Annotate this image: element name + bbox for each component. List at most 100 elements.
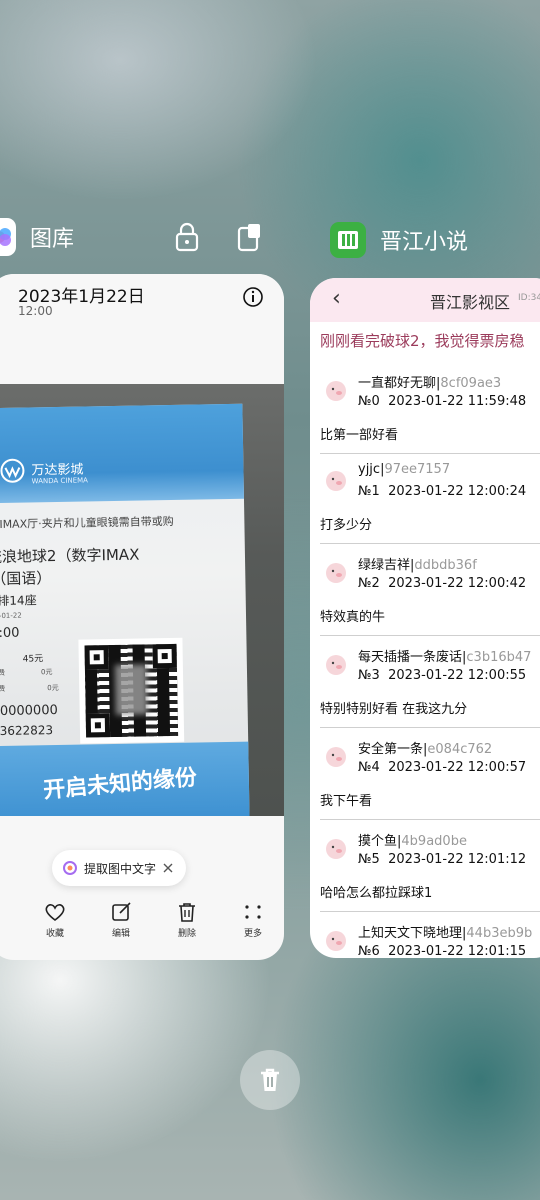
gallery-header: ‹ 2023年1月22日 12:00 xyxy=(0,274,284,384)
pig-avatar-icon xyxy=(326,839,346,859)
ticket-footer-band: 开启未知的缘份 xyxy=(0,741,250,816)
pig-avatar-icon xyxy=(326,471,346,491)
favorite-label: 收藏 xyxy=(45,929,64,939)
post-author: 一直都好无聊 xyxy=(358,376,437,391)
ticket-fee-label: 务费 xyxy=(0,668,6,678)
post-author: yjjc xyxy=(358,462,381,477)
ticket-date-small: 23-01-22 xyxy=(0,611,22,621)
jinjiang-app-card[interactable]: ‹ 晋江影视区 ID:34 刚刚看完破球2，我觉得票房稳 一直都好无聊|8cf0… xyxy=(310,278,540,958)
post-body: 打多少分 xyxy=(320,518,373,533)
more-button[interactable]: 更多 xyxy=(242,902,264,939)
post-time: 2023-01-22 12:00:57 xyxy=(388,760,527,775)
post-author: 绿绿吉祥 xyxy=(358,558,411,573)
post-hash: 8cf09ae3 xyxy=(440,376,502,391)
post-body: 哈哈怎么都拉踩球1 xyxy=(320,886,433,901)
gallery-app-icon xyxy=(0,218,16,256)
more-dots-icon xyxy=(245,905,261,919)
post-author: 上知天文下晓地理 xyxy=(358,926,463,941)
close-icon[interactable] xyxy=(162,862,174,874)
split-screen-icon xyxy=(237,224,260,252)
post-hash: 44b3eb9b xyxy=(466,926,533,941)
forum-id: ID:34 xyxy=(518,293,540,303)
ticket-brand-cn: 万达影城 xyxy=(31,462,84,479)
gallery-toolbar: 收藏 编辑 删除 更多 xyxy=(0,896,284,960)
delete-button[interactable]: 删除 xyxy=(176,902,198,939)
ticket-slogan: 开启未知的缘份 xyxy=(42,765,198,804)
post-number: №5 xyxy=(358,852,380,867)
wanda-logo-icon xyxy=(0,458,25,483)
gallery-app-header[interactable]: 图库 xyxy=(0,218,74,256)
post-author: 摸个鱼 xyxy=(358,834,398,849)
post-item[interactable]: 上知天文下晓地理|44b3eb9b №6 2023-01-22 12:01:15 xyxy=(310,912,540,958)
post-body: 特别特别好看 在我这九分 xyxy=(320,702,468,717)
post-item[interactable]: 绿绿吉祥|ddbdb36f №2 2023-01-22 12:00:42 特效真… xyxy=(310,544,540,636)
post-time: 2023-01-22 12:01:15 xyxy=(388,944,527,958)
ticket-price: 45元 xyxy=(22,654,44,665)
post-number: №6 xyxy=(358,944,380,958)
post-author: 安全第一条 xyxy=(358,742,424,757)
post-item[interactable]: 每天插播一条废话|c3b16b47 №3 2023-01-22 12:00:55… xyxy=(310,636,540,728)
jinjiang-nav-bar: ‹ 晋江影视区 ID:34 xyxy=(310,278,540,322)
ticket-seat: 0排14座 xyxy=(0,593,37,609)
forum-title: 晋江影视区 xyxy=(430,293,511,312)
post-time: 2023-01-22 12:00:24 xyxy=(388,484,527,499)
photo-time: 12:00 xyxy=(18,304,53,318)
gallery-app-card[interactable]: ‹ 2023年1月22日 12:00 万达影城 WANDA CINEMA 号IM… xyxy=(0,274,284,960)
lock-app-button[interactable] xyxy=(172,222,202,252)
ticket-number-2: 03622823 xyxy=(0,723,54,739)
post-number: №4 xyxy=(358,760,380,775)
post-hash: 97ee7157 xyxy=(384,462,451,477)
ticket-pay: 0元 xyxy=(47,683,59,693)
post-time: 2023-01-22 12:01:12 xyxy=(388,852,527,867)
post-time: 2023-01-22 12:00:55 xyxy=(388,668,527,683)
trash-icon xyxy=(179,903,195,922)
post-time: 2023-01-22 11:59:48 xyxy=(388,394,527,409)
ticket-photo[interactable]: 万达影城 WANDA CINEMA 号IMAX厅·夹片和儿童眼镜需自带或购 流浪… xyxy=(0,384,284,816)
clear-all-button[interactable] xyxy=(240,1050,300,1110)
ticket-notice: 号IMAX厅·夹片和儿童眼镜需自带或购 xyxy=(0,514,174,532)
info-icon[interactable] xyxy=(242,286,264,308)
post-item[interactable]: 安全第一条|e084c762 №4 2023-01-22 12:00:57 我下… xyxy=(310,728,540,820)
post-hash: ddbdb36f xyxy=(414,558,477,573)
post-time: 2023-01-22 12:00:42 xyxy=(388,576,527,591)
pig-avatar-icon xyxy=(326,931,346,951)
ticket-header-band: 万达影城 WANDA CINEMA xyxy=(0,403,244,504)
heart-icon xyxy=(45,904,65,922)
extract-text-chip[interactable]: 提取图中文字 xyxy=(52,850,187,886)
jinjiang-app-title: 晋江小说 xyxy=(380,230,469,255)
trash-icon xyxy=(261,1068,279,1091)
post-body: 我下午看 xyxy=(320,794,373,809)
ai-lens-icon xyxy=(63,861,77,875)
gallery-app-title: 图库 xyxy=(30,227,75,252)
edit-label: 编辑 xyxy=(111,929,130,939)
post-author: 每天插播一条废话 xyxy=(358,650,463,665)
post-hash: 4b9ad0be xyxy=(401,834,467,849)
ticket-number-1: 10000000 xyxy=(0,702,58,720)
topic-title: 刚刚看完破球2，我觉得票房稳 xyxy=(320,332,525,350)
ticket-movie: 流浪地球2（数字IMAX xyxy=(0,545,140,567)
post-body: 比第一部好看 xyxy=(320,428,399,443)
post-item[interactable]: yjjc|97ee7157 №1 2023-01-22 12:00:24 打多少… xyxy=(310,452,540,544)
post-hash: e084c762 xyxy=(427,742,493,757)
post-number: №0 xyxy=(358,394,380,409)
ticket-brand-en: WANDA CINEMA xyxy=(31,476,88,486)
ticket-pay-label: 付费 xyxy=(0,684,6,694)
favorite-button[interactable]: 收藏 xyxy=(44,902,66,939)
pig-avatar-icon xyxy=(326,747,346,767)
post-number: №3 xyxy=(358,668,380,683)
delete-label: 删除 xyxy=(177,929,196,939)
back-chevron-icon[interactable]: ‹ xyxy=(332,286,341,311)
post-item[interactable]: 一直都好无聊|8cf09ae3 №0 2023-01-22 11:59:48 比… xyxy=(310,362,540,454)
post-body: 特效真的牛 xyxy=(320,610,386,625)
ticket-language: （国语） xyxy=(0,569,52,589)
jinjiang-app-icon xyxy=(330,222,366,258)
post-item[interactable]: 摸个鱼|4b9ad0be №5 2023-01-22 12:01:12 哈哈怎么… xyxy=(310,820,540,912)
more-label: 更多 xyxy=(243,929,262,939)
movie-ticket: 万达影城 WANDA CINEMA 号IMAX厅·夹片和儿童眼镜需自带或购 流浪… xyxy=(0,403,250,816)
pig-avatar-icon xyxy=(326,381,346,401)
edit-button[interactable]: 编辑 xyxy=(110,902,132,939)
split-screen-button[interactable] xyxy=(234,222,264,252)
post-number: №1 xyxy=(358,484,380,499)
jinjiang-app-header[interactable]: 晋江小说 xyxy=(330,222,468,258)
extract-text-label: 提取图中文字 xyxy=(84,861,157,876)
